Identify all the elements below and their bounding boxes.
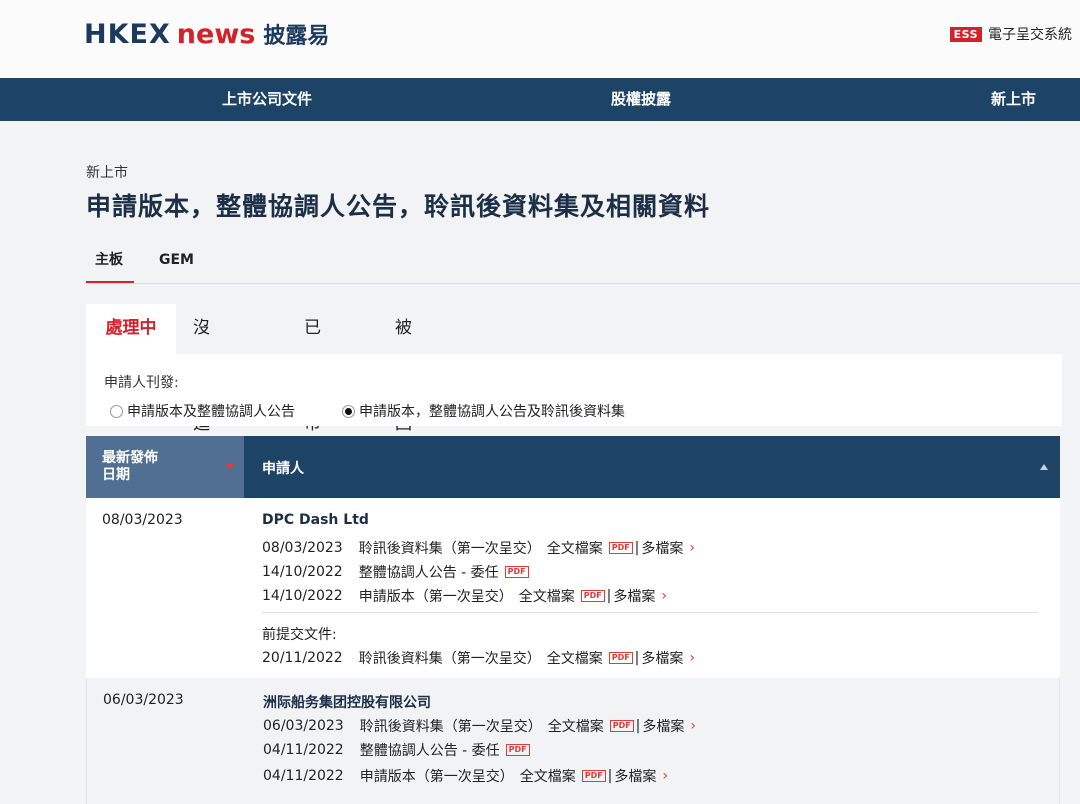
chevron-right-icon[interactable]: › bbox=[662, 768, 668, 784]
column-header-applicant[interactable]: 申請人 bbox=[262, 458, 304, 478]
pdf-icon[interactable]: PDF bbox=[580, 590, 605, 602]
chevron-right-icon[interactable]: › bbox=[689, 650, 695, 666]
chevron-right-icon[interactable]: › bbox=[690, 718, 696, 734]
sort-desc-icon[interactable] bbox=[226, 464, 234, 470]
logo-chinese-text: 披露易 bbox=[263, 24, 330, 49]
sort-asc-icon[interactable] bbox=[1040, 464, 1048, 470]
applicant-name: 洲际船务集团控股有限公司 bbox=[263, 695, 431, 711]
pdf-icon[interactable]: PDF bbox=[581, 770, 606, 782]
radio-unchecked-icon[interactable] bbox=[110, 404, 123, 418]
page-title: 申請版本，整體協調人公告，聆訊後資料集及相關資料 bbox=[86, 192, 711, 221]
filter-box: 申請人刊發: 申請版本及整體協調人公告 申請版本，整體協調人公告及聆訊後資料集 bbox=[86, 354, 1062, 426]
multi-file-link[interactable]: 多檔案 bbox=[641, 538, 683, 558]
nav-new-listings[interactable]: 新上市 bbox=[991, 78, 1036, 121]
doc-line: 20/11/2022 聆訊後資料集（第一次呈交） 全文檔案 PDF | 多檔案 › bbox=[262, 648, 695, 668]
doc-line: 14/10/2022 整體協調人公告 - 委任 PDF bbox=[262, 562, 531, 582]
row-date: 08/03/2023 bbox=[102, 512, 183, 528]
ess-link[interactable]: ESS 電子呈交系統 bbox=[949, 24, 1072, 44]
column-header-date-line2: 日期 bbox=[102, 467, 130, 483]
hkexnews-logo[interactable]: HKEX news 披露易 bbox=[84, 18, 329, 54]
full-document-link[interactable]: 全文檔案 bbox=[548, 716, 604, 736]
doc-line: 04/11/2022 整體協調人公告 - 委任 PDF bbox=[263, 740, 532, 760]
nav-disclosure-of-interests[interactable]: 股權披露 bbox=[611, 78, 671, 121]
board-tabs-divider bbox=[86, 283, 1080, 284]
radio-label: 申請版本及整體協調人公告 bbox=[127, 404, 295, 420]
doc-date: 06/03/2023 bbox=[263, 718, 344, 734]
logo-news-text: news bbox=[176, 19, 256, 50]
radio-option-ap-oc-phip[interactable]: 申請版本，整體協調人公告及聆訊後資料集 bbox=[342, 401, 625, 421]
chevron-right-icon[interactable]: › bbox=[661, 588, 667, 604]
full-document-link[interactable]: 全文檔案 bbox=[547, 538, 603, 558]
multi-file-link[interactable]: 多檔案 bbox=[613, 586, 655, 606]
doc-title: 聆訊後資料集（第一次呈交） bbox=[358, 651, 541, 667]
nav-listed-company-docs[interactable]: 上市公司文件 bbox=[222, 78, 312, 121]
radio-label: 申請版本，整體協調人公告及聆訊後資料集 bbox=[359, 404, 625, 420]
full-document-link[interactable]: 全文檔案 bbox=[519, 586, 575, 606]
full-document-link[interactable]: 全文檔案 bbox=[547, 648, 603, 668]
doc-title: 申請版本（第一次呈交） bbox=[358, 589, 513, 605]
tab-processing[interactable]: 處理中 bbox=[86, 304, 176, 354]
table-row: 06/03/2023 洲际船务集团控股有限公司 06/03/2023 聆訊後資料… bbox=[86, 678, 1060, 804]
doc-line: 04/11/2022 申請版本（第一次呈交） 全文檔案 PDF | 多檔案 › bbox=[263, 766, 668, 786]
multi-file-link[interactable]: 多檔案 bbox=[614, 766, 656, 786]
table-row: 08/03/2023 DPC Dash Ltd 08/03/2023 聆訊後資料… bbox=[86, 498, 1060, 678]
logo-hkex-text: HKEX bbox=[84, 19, 171, 50]
pdf-icon[interactable]: PDF bbox=[504, 566, 529, 578]
doc-date: 04/11/2022 bbox=[263, 768, 344, 784]
table-header: 最新發佈 日期 申請人 bbox=[86, 436, 1060, 498]
column-header-date[interactable]: 最新發佈 日期 bbox=[86, 436, 244, 498]
tab-inactive[interactable]: 沒有進展 bbox=[193, 304, 210, 482]
previous-submissions-label: 前提交文件: bbox=[262, 627, 337, 643]
multi-file-link[interactable]: 多檔案 bbox=[642, 716, 684, 736]
pdf-icon[interactable]: PDF bbox=[505, 744, 530, 756]
chevron-right-icon[interactable]: › bbox=[689, 540, 695, 556]
tab-main-board[interactable]: 主板 bbox=[86, 248, 134, 284]
doc-date: 14/10/2022 bbox=[262, 564, 343, 580]
doc-title: 聆訊後資料集（第一次呈交） bbox=[359, 719, 542, 735]
ess-label: 電子呈交系統 bbox=[988, 27, 1072, 43]
doc-title: 聆訊後資料集（第一次呈交） bbox=[358, 541, 541, 557]
ess-badge: ESS bbox=[949, 26, 982, 42]
row-divider bbox=[262, 612, 1038, 613]
doc-line: 08/03/2023 聆訊後資料集（第一次呈交） 全文檔案 PDF | 多檔案 › bbox=[262, 538, 695, 558]
top-header: HKEX news 披露易 ESS 電子呈交系統 bbox=[0, 0, 1080, 78]
main-nav: 上市公司文件 股權披露 新上市 bbox=[0, 78, 1080, 121]
applicant-name: DPC Dash Ltd bbox=[262, 512, 369, 528]
doc-line: 14/10/2022 申請版本（第一次呈交） 全文檔案 PDF | 多檔案 › bbox=[262, 586, 667, 606]
tab-gem[interactable]: GEM bbox=[159, 248, 194, 284]
column-header-date-line1: 最新發佈 bbox=[102, 450, 158, 466]
pdf-icon[interactable]: PDF bbox=[609, 720, 634, 732]
doc-date: 14/10/2022 bbox=[262, 588, 343, 604]
row-date: 06/03/2023 bbox=[103, 692, 184, 708]
doc-title: 申請版本（第一次呈交） bbox=[359, 769, 514, 785]
tab-returned[interactable]: 被發回 bbox=[395, 304, 412, 434]
breadcrumb[interactable]: 新上市 bbox=[86, 162, 128, 182]
radio-option-ap-oc[interactable]: 申請版本及整體協調人公告 bbox=[110, 401, 295, 421]
doc-date: 08/03/2023 bbox=[262, 540, 343, 556]
doc-date: 20/11/2022 bbox=[262, 650, 343, 666]
full-document-link[interactable]: 全文檔案 bbox=[520, 766, 576, 786]
doc-title-link[interactable]: 整體協調人公告 - 委任 bbox=[360, 740, 500, 760]
multi-file-link[interactable]: 多檔案 bbox=[641, 648, 683, 668]
doc-title-link[interactable]: 整體協調人公告 - 委任 bbox=[359, 562, 499, 582]
doc-date: 04/11/2022 bbox=[263, 742, 344, 758]
doc-line: 06/03/2023 聆訊後資料集（第一次呈交） 全文檔案 PDF | 多檔案 › bbox=[263, 716, 696, 736]
filter-label: 申請人刊發: bbox=[104, 375, 179, 391]
pdf-icon[interactable]: PDF bbox=[608, 652, 633, 664]
tab-listed[interactable]: 已上市 bbox=[304, 304, 321, 434]
radio-checked-icon[interactable] bbox=[342, 404, 355, 418]
pdf-icon[interactable]: PDF bbox=[608, 542, 633, 554]
applications-table: 最新發佈 日期 申請人 08/03/2023 DPC Dash Ltd 08/0… bbox=[86, 436, 1060, 804]
